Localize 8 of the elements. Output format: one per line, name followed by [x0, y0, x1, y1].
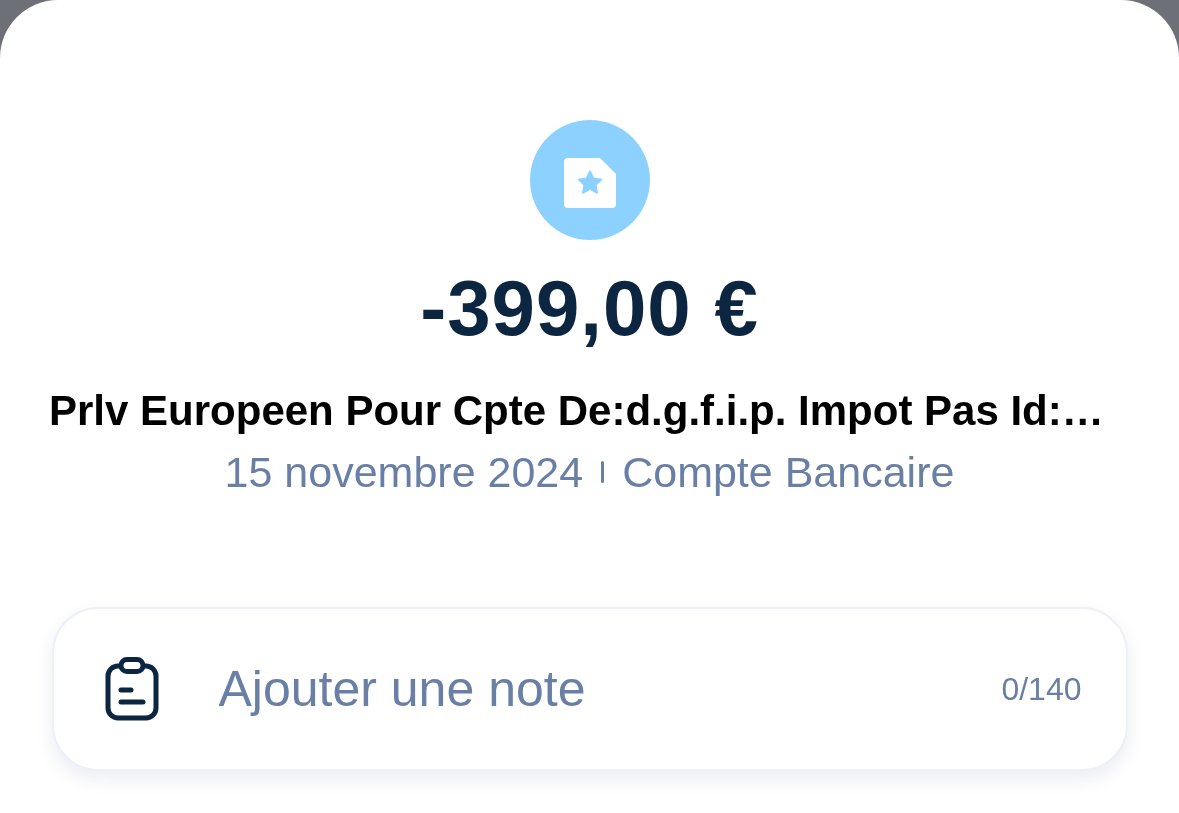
note-input[interactable]: Ajouter une note: [218, 660, 982, 718]
transaction-amount: -399,00 €: [420, 269, 759, 347]
transaction-date: 15 novembre 2024: [224, 448, 584, 496]
account-name: Compte Bancaire: [622, 448, 955, 496]
transaction-label: Prlv Europeen Pour Cpte De:d.g.f.i.p. Impot Pas Id:…: [49, 389, 1104, 433]
note-field[interactable]: Ajouter une note 0/140: [51, 607, 1128, 771]
clipboard-icon: [104, 657, 159, 721]
character-counter: 0/140: [1001, 670, 1082, 708]
